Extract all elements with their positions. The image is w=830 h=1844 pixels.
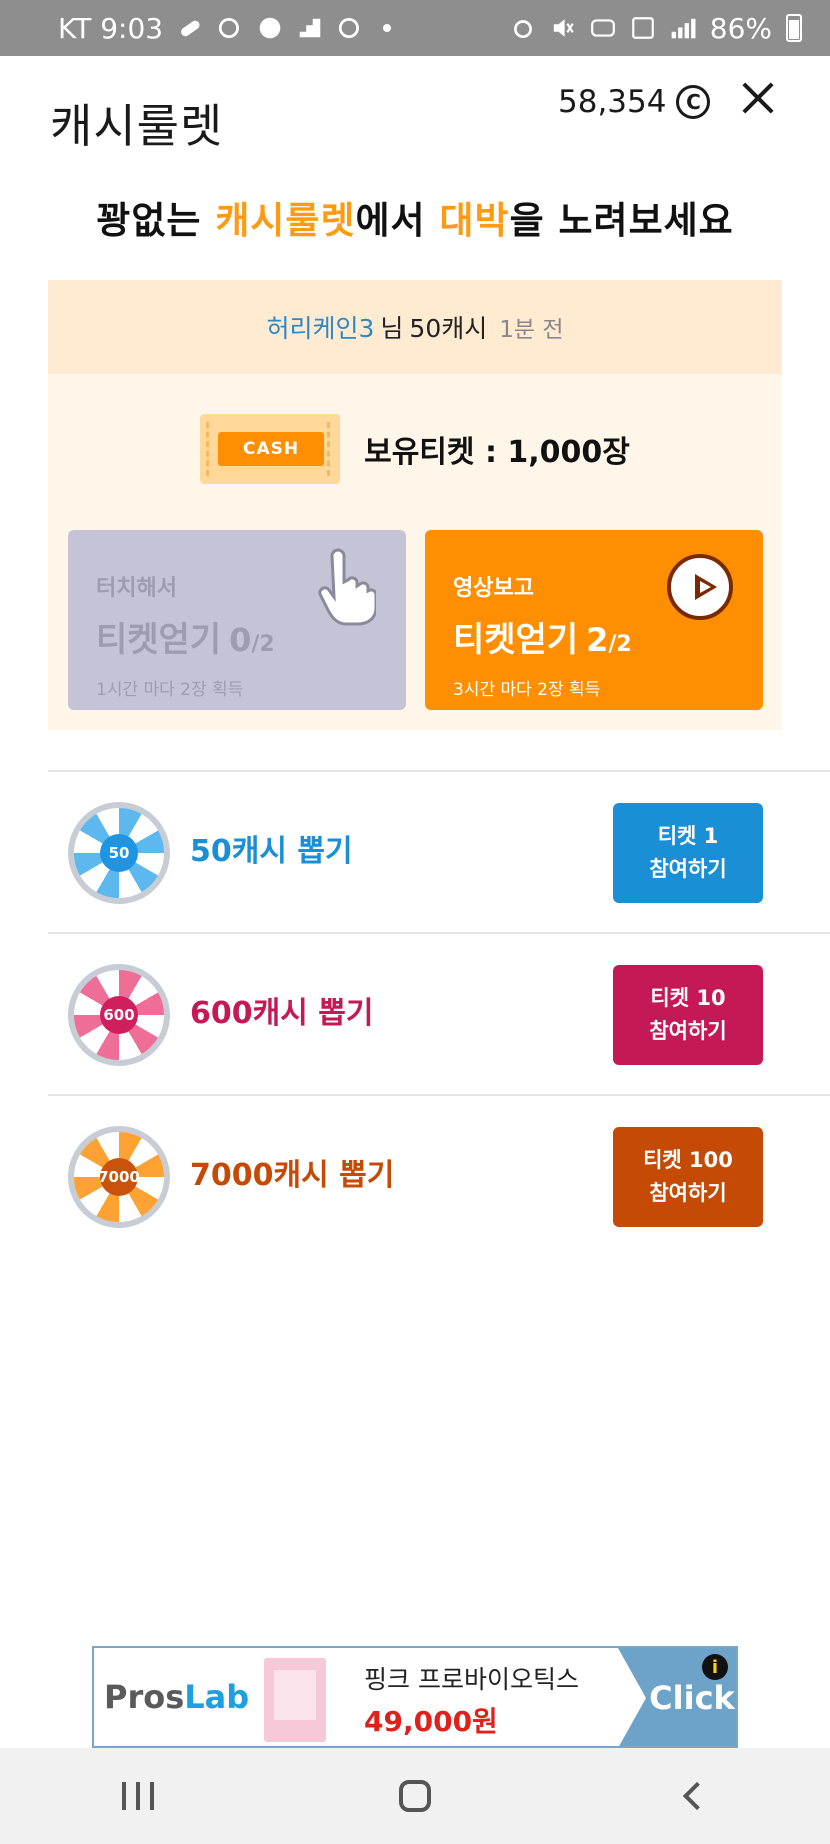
headline-highlight: 대박 <box>439 199 510 242</box>
roulette-row: 7000 7000캐시 뽑기 티켓 100 참여하기 <box>48 1094 830 1256</box>
join-button[interactable]: 티켓 10 참여하기 <box>613 965 763 1065</box>
earn-touch-count: 0/2 <box>229 621 275 659</box>
join-button-label: 참여하기 <box>649 857 727 881</box>
cash-balance: 58,354 C <box>558 84 711 120</box>
status-left: KT 9:03 <box>58 11 392 45</box>
gear-icon <box>257 15 283 41</box>
ticker-user: 허리케인3 <box>266 314 375 343</box>
ticker-time: 1분 전 <box>499 317 564 343</box>
ad-product-image <box>264 1658 326 1742</box>
cash-ticket-label: CASH <box>218 432 325 466</box>
owned-tickets: CASH 보유티켓 : 1,000장 <box>48 414 782 484</box>
winner-ticker: 허리케인3 님 50캐시 1분 전 <box>48 280 782 374</box>
pill-icon <box>177 15 203 41</box>
roulette-wheel-icon: 600 <box>68 964 170 1066</box>
alarm-icon <box>510 15 536 41</box>
hd-icon <box>590 15 616 41</box>
hand-pointer-icon <box>318 548 376 626</box>
join-button-label: 참여하기 <box>649 1181 727 1205</box>
5g-icon <box>630 15 656 41</box>
touch-earn-ticket-button[interactable]: 터치해서 티켓얻기 0/2 1시간 마다 2장 획득 <box>68 530 406 710</box>
join-button-ticket: 티켓 1 <box>657 824 719 848</box>
wheel-hub-label: 7000 <box>98 1158 140 1196</box>
cash-ticket-icon: CASH <box>200 414 341 484</box>
headline-highlight: 캐시룰렛 <box>215 199 356 242</box>
ticker-amount: 50캐시 <box>409 314 488 343</box>
play-icon <box>667 554 733 620</box>
coin-icon: C <box>676 85 711 119</box>
battery-icon <box>786 14 802 42</box>
ad-banner[interactable]: ProsLab 핑크 프로바이오틱스 49,000원 Click i <box>92 1646 738 1748</box>
app-header: 캐시룰렛 58,354 C <box>0 56 830 176</box>
roulette-wheel-icon: 7000 <box>68 1126 170 1228</box>
headline-text: 꽝없는 <box>96 199 216 242</box>
join-button-ticket: 티켓 100 <box>643 1148 733 1172</box>
roulette-row: 600 600캐시 뽑기 티켓 10 참여하기 <box>48 932 830 1094</box>
info-icon[interactable]: i <box>702 1654 728 1680</box>
close-icon[interactable] <box>740 80 776 116</box>
status-bar: KT 9:03 86% <box>0 0 830 56</box>
earn-video-note: 3시간 마다 2장 획득 <box>453 680 601 700</box>
roulette-label: 50캐시 뽑기 <box>190 834 353 869</box>
join-button[interactable]: 티켓 100 참여하기 <box>613 1127 763 1227</box>
ad-price: 49,000원 <box>364 1705 498 1738</box>
mute-icon <box>550 15 576 41</box>
wheel-hub-label: 50 <box>100 834 138 872</box>
join-button-label: 참여하기 <box>649 1019 727 1043</box>
ticker-suffix: 님 <box>380 314 404 343</box>
carrier-time: KT 9:03 <box>58 11 164 45</box>
ticket-panel: 허리케인3 님 50캐시 1분 전 CASH 보유티켓 : 1,000장 터치해서… <box>48 280 782 730</box>
join-button-ticket: 티켓 10 <box>650 986 726 1010</box>
ad-brand-a: Pros <box>104 1678 185 1716</box>
earn-touch-title: 티켓얻기 <box>96 620 222 660</box>
join-button[interactable]: 티켓 1 참여하기 <box>613 803 763 903</box>
wheel-hub-label: 600 <box>100 996 138 1034</box>
stairs-icon <box>297 15 323 41</box>
roulette-wheel-icon: 50 <box>68 802 170 904</box>
more-dot-icon <box>383 24 392 32</box>
roulette-list: 50 50캐시 뽑기 티켓 1 참여하기 600 600캐시 뽑기 티켓 10 … <box>48 770 830 1256</box>
earn-touch-count-total: /2 <box>251 632 275 657</box>
headline-text: 에서 <box>355 199 440 242</box>
owned-tickets-label: 보유티켓 : 1,000장 <box>364 435 630 470</box>
headline-text: 을 노려보세요 <box>509 199 734 242</box>
roulette-label: 7000캐시 뽑기 <box>190 1158 395 1193</box>
clock-check-icon <box>217 15 243 41</box>
headline: 꽝없는 캐시룰렛에서 대박을 노려보세요 <box>0 190 830 244</box>
earn-video-count-total: /2 <box>608 632 632 657</box>
roulette-label: 600캐시 뽑기 <box>190 996 374 1031</box>
back-icon[interactable] <box>652 1766 732 1826</box>
page-title: 캐시룰렛 <box>50 99 224 153</box>
recents-icon[interactable] <box>98 1766 178 1826</box>
ad-brand-b: Lab <box>184 1678 250 1716</box>
earn-video-count-value: 2 <box>586 621 609 659</box>
clock-check-icon <box>337 15 363 41</box>
roulette-row: 50 50캐시 뽑기 티켓 1 참여하기 <box>48 770 830 932</box>
ad-brand-logo: ProsLab <box>104 1678 249 1716</box>
ad-product-name: 핑크 프로바이오틱스 <box>364 1665 579 1694</box>
signal-icon <box>670 15 696 41</box>
home-icon[interactable] <box>375 1766 455 1826</box>
earn-video-count: 2/2 <box>586 621 632 659</box>
balance-value: 58,354 <box>558 84 667 120</box>
earn-touch-count-value: 0 <box>229 621 252 659</box>
earn-touch-note: 1시간 마다 2장 획득 <box>96 680 244 700</box>
video-earn-ticket-button[interactable]: 영상보고 티켓얻기 2/2 3시간 마다 2장 획득 <box>425 530 763 710</box>
battery-percent: 86% <box>709 11 772 45</box>
system-nav-bar <box>0 1748 830 1844</box>
status-right: 86% <box>510 12 802 45</box>
earn-video-title: 티켓얻기 <box>453 620 579 660</box>
